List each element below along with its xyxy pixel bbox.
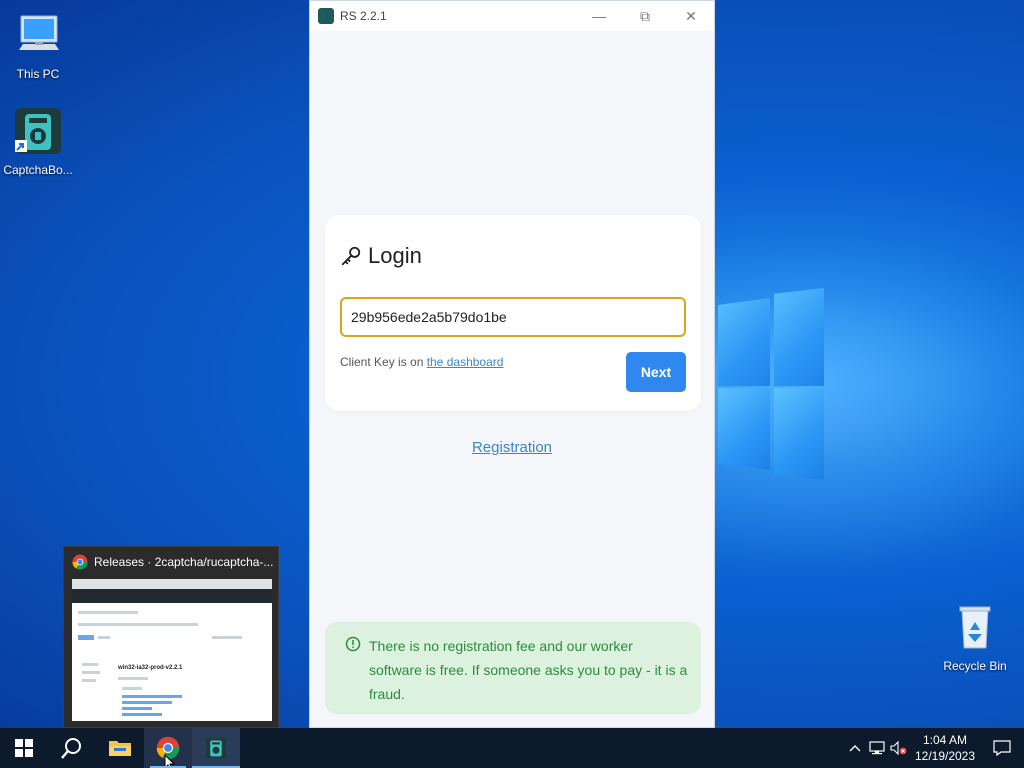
chrome-taskbar-button[interactable] — [144, 728, 192, 768]
dashboard-link[interactable]: the dashboard — [427, 355, 504, 369]
desktop-icon-recycle-bin[interactable]: Recycle Bin — [937, 602, 1013, 673]
registration-link[interactable]: Registration — [310, 439, 714, 456]
desktop-icon-captchabot[interactable]: CaptchaBo... — [0, 106, 76, 177]
windows-logo-wallpaper — [718, 288, 824, 480]
client-key-input[interactable] — [340, 297, 686, 337]
clock-date: 12/19/2023 — [914, 749, 976, 763]
rs-app-taskbar-button[interactable] — [192, 728, 240, 768]
volume-muted-icon — [890, 741, 907, 755]
desktop-icon-label: Recycle Bin — [943, 659, 1007, 673]
login-card: Login Client Key is on the dashboard Nex… — [325, 215, 701, 411]
folder-icon — [109, 741, 131, 756]
chevron-up-icon — [849, 745, 861, 752]
preview-release-heading: win32-ia32-prod-v2.2.1 — [118, 665, 183, 671]
search-icon — [61, 738, 81, 759]
app-logo-icon — [318, 8, 334, 24]
clock-time: 1:04 AM — [922, 733, 968, 747]
action-center-button[interactable] — [980, 728, 1024, 768]
info-icon — [345, 636, 361, 652]
desktop-icon-this-pc[interactable]: This PC — [0, 10, 76, 81]
recycle-bin-icon — [959, 606, 991, 649]
rs-app-window: RS 2.2.1 — ⧉ ✕ Login Client Key is on th… — [309, 0, 715, 728]
preview-title: Releases · 2captcha/rucaptcha-... — [94, 555, 274, 569]
client-key-hint: Client Key is on the dashboard — [340, 355, 503, 369]
key-icon — [341, 246, 361, 266]
login-heading: Login — [368, 243, 422, 268]
volume-tray-button[interactable] — [888, 728, 910, 768]
hint-text: Client Key is on — [340, 355, 427, 369]
next-button[interactable]: Next — [626, 352, 686, 392]
desktop-icon-label: CaptchaBo... — [3, 163, 73, 177]
search-button[interactable] — [48, 728, 96, 768]
mouse-cursor-icon — [164, 754, 176, 768]
taskbar-clock[interactable]: 1:04 AM 12/19/2023 — [910, 732, 980, 764]
windows-start-icon — [15, 739, 33, 757]
this-pc-icon — [19, 15, 59, 50]
file-explorer-button[interactable] — [96, 728, 144, 768]
fraud-notice: There is no registration fee and our wor… — [325, 622, 701, 714]
notification-icon — [993, 740, 1011, 756]
network-tray-button[interactable] — [866, 728, 888, 768]
captchabot-icon — [205, 737, 227, 759]
taskbar: 1:04 AM 12/19/2023 — [0, 728, 1024, 768]
chrome-icon — [72, 554, 88, 570]
network-icon — [869, 741, 885, 755]
window-title: RS 2.2.1 — [340, 9, 387, 23]
minimize-button[interactable]: — — [576, 1, 622, 31]
restore-button[interactable]: ⧉ — [622, 1, 668, 31]
system-tray: 1:04 AM 12/19/2023 — [844, 728, 1024, 768]
start-button[interactable] — [0, 728, 48, 768]
chrome-taskbar-preview[interactable]: Releases · 2captcha/rucaptcha-... win32-… — [63, 546, 279, 728]
captchabot-icon — [15, 108, 61, 154]
desktop-icon-label: This PC — [16, 67, 60, 81]
notice-text: There is no registration fee and our wor… — [369, 638, 688, 702]
show-hidden-icons-button[interactable] — [844, 728, 866, 768]
window-titlebar[interactable]: RS 2.2.1 — ⧉ ✕ — [310, 1, 714, 31]
preview-thumbnail: win32-ia32-prod-v2.2.1 — [72, 579, 272, 721]
close-button[interactable]: ✕ — [668, 1, 714, 31]
